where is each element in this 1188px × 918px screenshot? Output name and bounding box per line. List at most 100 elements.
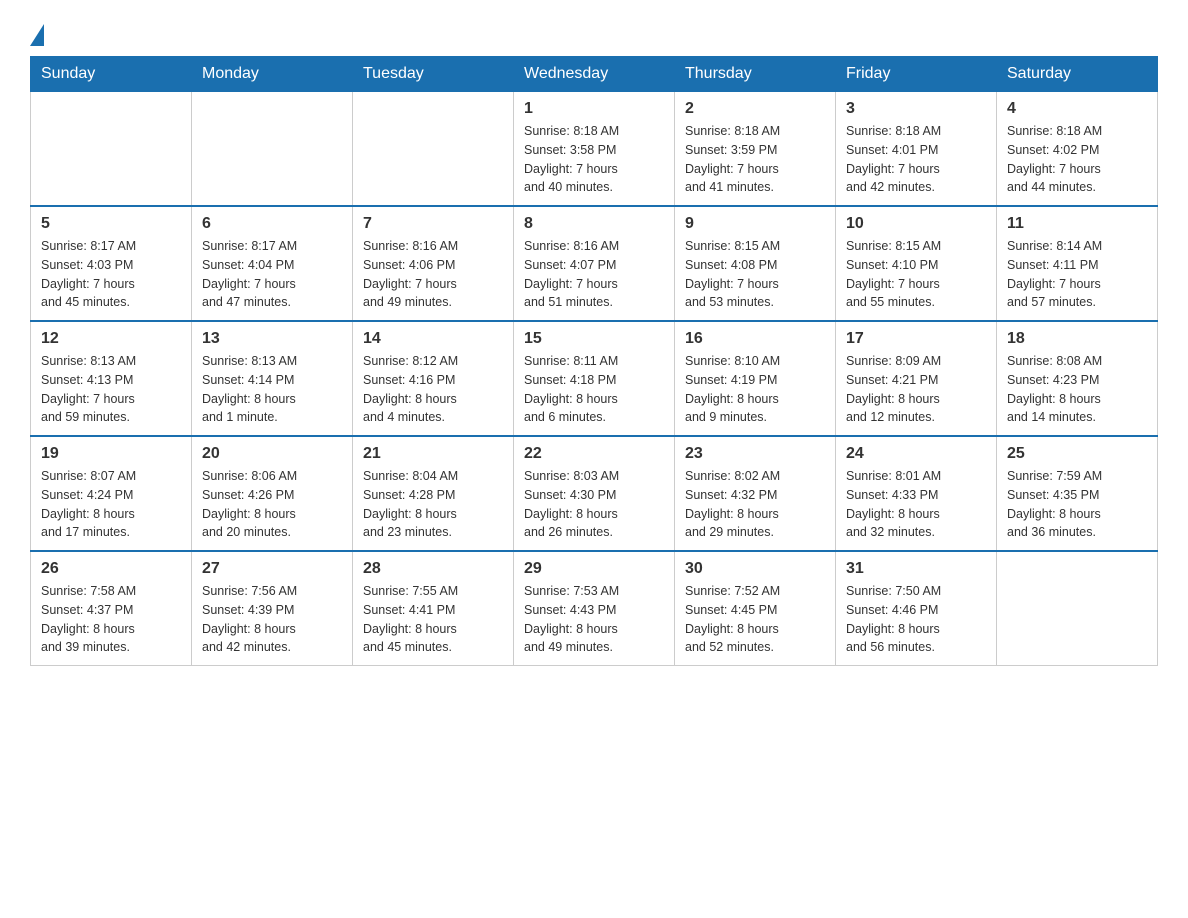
calendar-day	[353, 92, 514, 207]
day-number: 17	[846, 330, 986, 348]
day-info: Sunrise: 7:59 AM Sunset: 4:35 PM Dayligh…	[1007, 467, 1147, 542]
day-info: Sunrise: 7:52 AM Sunset: 4:45 PM Dayligh…	[685, 582, 825, 657]
day-number: 23	[685, 445, 825, 463]
logo-triangle-icon	[30, 24, 44, 46]
day-info: Sunrise: 8:06 AM Sunset: 4:26 PM Dayligh…	[202, 467, 342, 542]
day-number: 13	[202, 330, 342, 348]
day-number: 14	[363, 330, 503, 348]
day-info: Sunrise: 8:03 AM Sunset: 4:30 PM Dayligh…	[524, 467, 664, 542]
calendar-day: 23 Sunrise: 8:02 AM Sunset: 4:32 PM Dayli…	[675, 436, 836, 551]
calendar-day: 6 Sunrise: 8:17 AM Sunset: 4:04 PM Daylig…	[192, 206, 353, 321]
day-number: 8	[524, 215, 664, 233]
day-number: 26	[41, 560, 181, 578]
calendar-week-row: 1 Sunrise: 8:18 AM Sunset: 3:58 PM Daylig…	[31, 92, 1158, 207]
calendar-day: 5 Sunrise: 8:17 AM Sunset: 4:03 PM Daylig…	[31, 206, 192, 321]
calendar-day: 17Sunrise: 8:09 AM Sunset: 4:21 PM Dayli…	[836, 321, 997, 436]
day-info: Sunrise: 8:17 AM Sunset: 4:04 PM Dayligh…	[202, 237, 342, 312]
calendar-day: 26 Sunrise: 7:58 AM Sunset: 4:37 PM Dayli…	[31, 551, 192, 666]
day-info: Sunrise: 8:11 AM Sunset: 4:18 PM Dayligh…	[524, 352, 664, 427]
day-info: Sunrise: 8:15 AM Sunset: 4:08 PM Dayligh…	[685, 237, 825, 312]
day-number: 7	[363, 215, 503, 233]
calendar-day	[997, 551, 1158, 666]
calendar-day: 4Sunrise: 8:18 AM Sunset: 4:02 PM Daylig…	[997, 92, 1158, 207]
day-info: Sunrise: 8:18 AM Sunset: 3:58 PM Dayligh…	[524, 122, 664, 197]
day-info: Sunrise: 8:02 AM Sunset: 4:32 PM Dayligh…	[685, 467, 825, 542]
calendar-day: 11 Sunrise: 8:14 AM Sunset: 4:11 PM Dayli…	[997, 206, 1158, 321]
day-info: Sunrise: 8:13 AM Sunset: 4:13 PM Dayligh…	[41, 352, 181, 427]
day-number: 22	[524, 445, 664, 463]
day-number: 6	[202, 215, 342, 233]
calendar-day: 25 Sunrise: 7:59 AM Sunset: 4:35 PM Dayli…	[997, 436, 1158, 551]
calendar-week-row: 26 Sunrise: 7:58 AM Sunset: 4:37 PM Dayli…	[31, 551, 1158, 666]
column-header-tuesday: Tuesday	[353, 57, 514, 92]
calendar-day: 9Sunrise: 8:15 AM Sunset: 4:08 PM Daylig…	[675, 206, 836, 321]
calendar-header-row: SundayMondayTuesdayWednesdayThursdayFrid…	[31, 57, 1158, 92]
day-number: 21	[363, 445, 503, 463]
calendar-day: 14Sunrise: 8:12 AM Sunset: 4:16 PM Dayli…	[353, 321, 514, 436]
calendar-day	[192, 92, 353, 207]
calendar-day: 13 Sunrise: 8:13 AM Sunset: 4:14 PM Dayli…	[192, 321, 353, 436]
day-number: 10	[846, 215, 986, 233]
day-info: Sunrise: 8:01 AM Sunset: 4:33 PM Dayligh…	[846, 467, 986, 542]
calendar-day: 12 Sunrise: 8:13 AM Sunset: 4:13 PM Dayli…	[31, 321, 192, 436]
calendar-day: 21 Sunrise: 8:04 AM Sunset: 4:28 PM Dayli…	[353, 436, 514, 551]
day-number: 30	[685, 560, 825, 578]
day-info: Sunrise: 7:58 AM Sunset: 4:37 PM Dayligh…	[41, 582, 181, 657]
calendar-day: 30 Sunrise: 7:52 AM Sunset: 4:45 PM Dayli…	[675, 551, 836, 666]
day-number: 19	[41, 445, 181, 463]
logo	[30, 20, 44, 46]
day-info: Sunrise: 8:17 AM Sunset: 4:03 PM Dayligh…	[41, 237, 181, 312]
calendar-day: 24 Sunrise: 8:01 AM Sunset: 4:33 PM Dayli…	[836, 436, 997, 551]
day-number: 11	[1007, 215, 1147, 233]
day-number: 31	[846, 560, 986, 578]
day-number: 25	[1007, 445, 1147, 463]
column-header-monday: Monday	[192, 57, 353, 92]
day-info: Sunrise: 8:18 AM Sunset: 4:01 PM Dayligh…	[846, 122, 986, 197]
calendar-day: 20 Sunrise: 8:06 AM Sunset: 4:26 PM Dayli…	[192, 436, 353, 551]
calendar-day	[31, 92, 192, 207]
day-number: 3	[846, 100, 986, 118]
calendar-day: 7 Sunrise: 8:16 AM Sunset: 4:06 PM Daylig…	[353, 206, 514, 321]
day-info: Sunrise: 7:50 AM Sunset: 4:46 PM Dayligh…	[846, 582, 986, 657]
day-info: Sunrise: 8:16 AM Sunset: 4:07 PM Dayligh…	[524, 237, 664, 312]
day-info: Sunrise: 8:10 AM Sunset: 4:19 PM Dayligh…	[685, 352, 825, 427]
day-number: 12	[41, 330, 181, 348]
day-info: Sunrise: 7:56 AM Sunset: 4:39 PM Dayligh…	[202, 582, 342, 657]
day-info: Sunrise: 8:15 AM Sunset: 4:10 PM Dayligh…	[846, 237, 986, 312]
day-info: Sunrise: 8:14 AM Sunset: 4:11 PM Dayligh…	[1007, 237, 1147, 312]
day-number: 28	[363, 560, 503, 578]
day-number: 20	[202, 445, 342, 463]
day-info: Sunrise: 8:04 AM Sunset: 4:28 PM Dayligh…	[363, 467, 503, 542]
calendar-day: 31 Sunrise: 7:50 AM Sunset: 4:46 PM Dayli…	[836, 551, 997, 666]
column-header-saturday: Saturday	[997, 57, 1158, 92]
day-number: 15	[524, 330, 664, 348]
day-info: Sunrise: 7:55 AM Sunset: 4:41 PM Dayligh…	[363, 582, 503, 657]
day-number: 5	[41, 215, 181, 233]
calendar-day: 22 Sunrise: 8:03 AM Sunset: 4:30 PM Dayli…	[514, 436, 675, 551]
calendar-week-row: 19 Sunrise: 8:07 AM Sunset: 4:24 PM Dayli…	[31, 436, 1158, 551]
day-info: Sunrise: 7:53 AM Sunset: 4:43 PM Dayligh…	[524, 582, 664, 657]
calendar-day: 10 Sunrise: 8:15 AM Sunset: 4:10 PM Dayli…	[836, 206, 997, 321]
calendar-day: 16 Sunrise: 8:10 AM Sunset: 4:19 PM Dayli…	[675, 321, 836, 436]
calendar-day: 27Sunrise: 7:56 AM Sunset: 4:39 PM Dayli…	[192, 551, 353, 666]
calendar-day: 18Sunrise: 8:08 AM Sunset: 4:23 PM Dayli…	[997, 321, 1158, 436]
day-number: 29	[524, 560, 664, 578]
column-header-friday: Friday	[836, 57, 997, 92]
calendar-day: 28 Sunrise: 7:55 AM Sunset: 4:41 PM Dayli…	[353, 551, 514, 666]
day-info: Sunrise: 8:16 AM Sunset: 4:06 PM Dayligh…	[363, 237, 503, 312]
column-header-wednesday: Wednesday	[514, 57, 675, 92]
calendar-week-row: 12 Sunrise: 8:13 AM Sunset: 4:13 PM Dayli…	[31, 321, 1158, 436]
day-number: 16	[685, 330, 825, 348]
calendar-table: SundayMondayTuesdayWednesdayThursdayFrid…	[30, 56, 1158, 666]
calendar-day: 2 Sunrise: 8:18 AM Sunset: 3:59 PM Daylig…	[675, 92, 836, 207]
day-info: Sunrise: 8:13 AM Sunset: 4:14 PM Dayligh…	[202, 352, 342, 427]
day-info: Sunrise: 8:18 AM Sunset: 3:59 PM Dayligh…	[685, 122, 825, 197]
day-info: Sunrise: 8:07 AM Sunset: 4:24 PM Dayligh…	[41, 467, 181, 542]
column-header-thursday: Thursday	[675, 57, 836, 92]
day-number: 2	[685, 100, 825, 118]
day-number: 24	[846, 445, 986, 463]
day-number: 1	[524, 100, 664, 118]
column-header-sunday: Sunday	[31, 57, 192, 92]
calendar-day: 8 Sunrise: 8:16 AM Sunset: 4:07 PM Daylig…	[514, 206, 675, 321]
page-header	[30, 20, 1158, 46]
